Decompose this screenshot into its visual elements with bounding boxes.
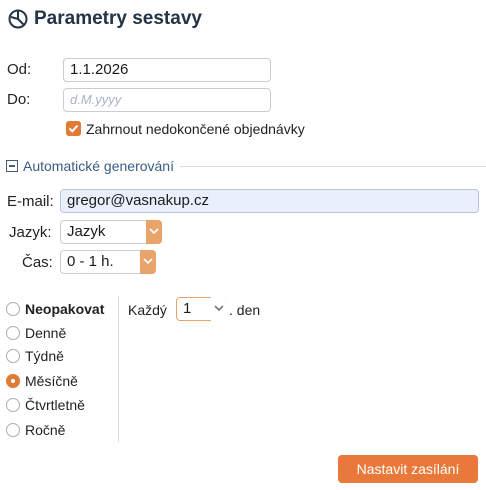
language-select[interactable]: Jazyk	[60, 220, 162, 244]
frequency-option-daily[interactable]: Denně	[6, 325, 66, 341]
from-label: Od:	[7, 61, 32, 78]
frequency-option-quarterly[interactable]: Čtvrtletně	[6, 397, 85, 413]
radio-button[interactable]	[6, 326, 20, 340]
language-value: Jazyk	[67, 223, 106, 240]
chart-pie-icon	[8, 9, 28, 29]
radio-button[interactable]	[6, 398, 20, 412]
radio-label: Neopakovat	[25, 301, 105, 317]
radio-label: Ročně	[25, 422, 66, 438]
frequency-option-weekly[interactable]: Týdně	[6, 348, 64, 364]
radio-button[interactable]	[6, 302, 20, 316]
auto-generation-section[interactable]: Automatické generování	[6, 157, 486, 175]
radio-label: Týdně	[25, 348, 64, 364]
chevron-down-icon[interactable]	[146, 220, 162, 244]
radio-button-selected[interactable]	[6, 374, 20, 388]
time-label: Čas:	[22, 254, 53, 271]
page-header: Parametry sestavy	[8, 8, 202, 30]
section-divider	[179, 165, 486, 167]
day-number-value: 1	[183, 300, 192, 317]
email-label: E-mail:	[7, 193, 54, 210]
include-unfinished-checkbox[interactable]	[66, 121, 81, 136]
vertical-divider	[118, 296, 119, 442]
radio-button[interactable]	[6, 423, 20, 437]
time-value: 0 - 1 h.	[67, 253, 114, 270]
frequency-option-yearly[interactable]: Ročně	[6, 422, 65, 438]
day-number-select[interactable]: 1	[176, 297, 227, 321]
radio-label: Denně	[25, 325, 67, 341]
day-label: . den	[229, 302, 261, 318]
chevron-down-icon[interactable]	[140, 250, 156, 274]
checkmark-icon	[68, 124, 79, 133]
page-title: Parametry sestavy	[34, 8, 202, 29]
every-label: Každý	[128, 302, 167, 318]
language-label: Jazyk:	[9, 224, 52, 241]
chevron-down-icon[interactable]	[211, 297, 227, 321]
radio-button[interactable]	[6, 349, 20, 363]
time-select[interactable]: 0 - 1 h.	[60, 250, 156, 274]
frequency-option-monthly[interactable]: Měsíčně	[6, 373, 78, 389]
section-title: Automatické generování	[23, 158, 174, 174]
to-label: Do:	[7, 91, 31, 108]
from-date-input[interactable]: 1.1.2026	[63, 58, 271, 82]
email-input[interactable]: gregor@vasnakup.cz	[60, 189, 479, 213]
collapse-icon[interactable]	[6, 160, 18, 172]
include-unfinished-label: Zahrnout nedokončené objednávky	[86, 121, 305, 137]
radio-label: Měsíčně	[25, 373, 78, 389]
to-date-input[interactable]: d.M.yyyy	[63, 88, 271, 112]
radio-label: Čtvrtletně	[25, 397, 85, 413]
frequency-option-never[interactable]: Neopakovat	[6, 301, 104, 317]
set-sending-button[interactable]: Nastavit zasílání	[338, 455, 478, 483]
